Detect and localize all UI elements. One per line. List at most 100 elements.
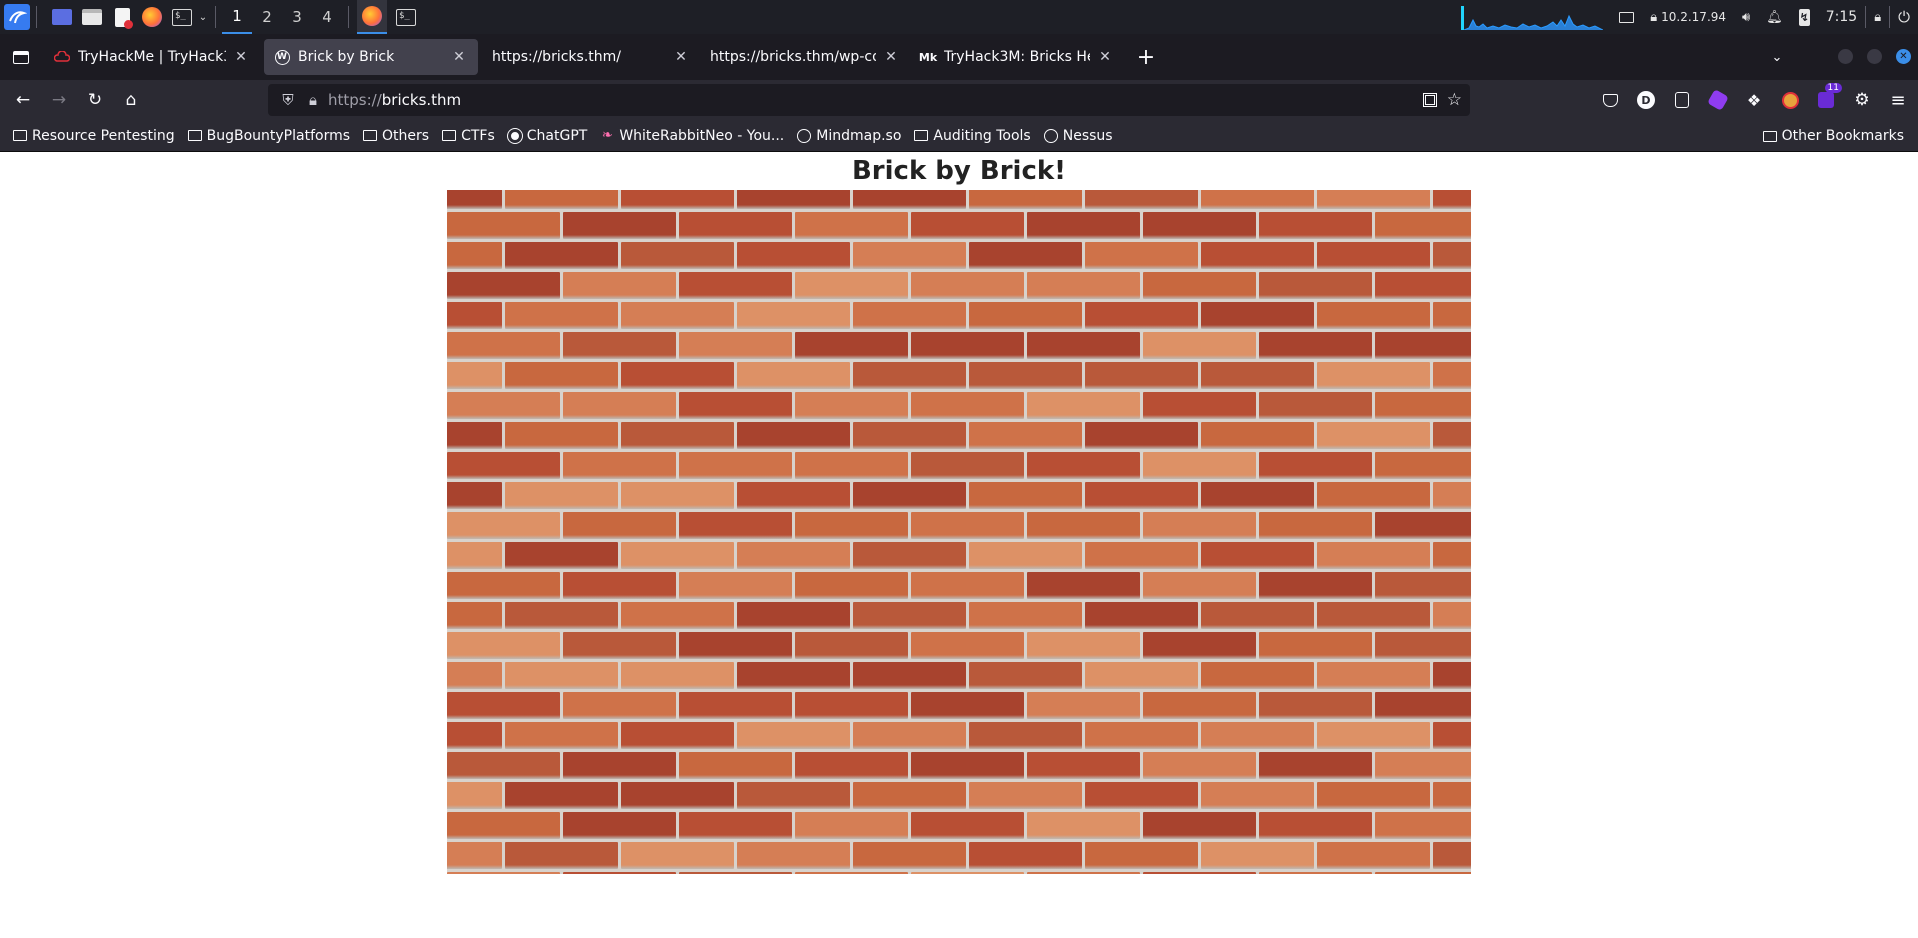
bookmark-ctfs[interactable]: CTFs xyxy=(435,123,501,149)
tab-wp-content[interactable]: https://bricks.thm/wp-content ✕ xyxy=(700,39,910,75)
other-bookmarks[interactable]: Other Bookmarks xyxy=(1756,123,1910,149)
tab-writeup[interactable]: Mk TryHack3M: Bricks Heist Writeup ✕ xyxy=(910,39,1124,75)
bookmark-label: Mindmap.so xyxy=(816,127,902,144)
lock-icon[interactable]: 🔒︎ xyxy=(1866,0,1889,34)
brick xyxy=(505,242,618,269)
firefox-running-icon[interactable] xyxy=(357,0,387,34)
bookmark-chatgpt[interactable]: ChatGPT xyxy=(501,123,594,149)
account-avatar-icon[interactable]: D xyxy=(1634,88,1658,112)
brick xyxy=(679,632,792,659)
list-all-tabs-icon[interactable]: ⌄ xyxy=(1762,42,1792,72)
brick xyxy=(1433,362,1471,389)
brick xyxy=(505,190,618,209)
hexagon-extension-icon[interactable] xyxy=(1706,88,1730,112)
workspace-4[interactable]: 4 xyxy=(312,0,342,34)
brick xyxy=(969,422,1082,449)
extension-puzzle-icon[interactable] xyxy=(1670,88,1694,112)
firefox-icon[interactable] xyxy=(141,6,163,28)
shield-icon[interactable]: ⛨ xyxy=(274,91,302,109)
brick xyxy=(1143,872,1256,874)
terminal-icon[interactable]: $_ xyxy=(171,6,193,28)
brick xyxy=(1085,422,1198,449)
bookmark-resource-pentesting[interactable]: Resource Pentesting xyxy=(6,123,181,149)
brick xyxy=(911,452,1024,479)
new-tab-button[interactable]: + xyxy=(1130,41,1162,73)
home-icon[interactable]: ⌂ xyxy=(116,85,146,115)
file-manager-icon[interactable] xyxy=(81,6,103,28)
brick xyxy=(1259,332,1372,359)
badge-extension-icon[interactable]: 11 xyxy=(1814,83,1842,112)
chevron-down-icon[interactable]: ⌄ xyxy=(197,6,209,28)
close-icon[interactable]: ✕ xyxy=(232,48,250,66)
bell-icon[interactable]: 🔔︎ xyxy=(1758,0,1791,34)
brick xyxy=(1317,422,1430,449)
workspace-3[interactable]: 3 xyxy=(282,0,312,34)
brick xyxy=(737,190,850,209)
tab-bricks-thm[interactable]: https://bricks.thm/ ✕ xyxy=(482,39,700,75)
palette-extension-icon[interactable]: ⚙ xyxy=(1850,88,1874,112)
tab-brick-by-brick[interactable]: W Brick by Brick ✕ xyxy=(264,39,478,75)
close-icon[interactable]: ✕ xyxy=(882,48,900,66)
qr-code-icon[interactable] xyxy=(1422,93,1437,107)
workspace-2[interactable]: 2 xyxy=(252,0,282,34)
brick xyxy=(679,332,792,359)
brick xyxy=(447,692,560,719)
brick xyxy=(679,572,792,599)
padlock-icon[interactable]: 🔒︎ xyxy=(302,91,324,109)
tab-tryhackme[interactable]: TryHackMe | TryHack3M: Bricks Heist ✕ xyxy=(44,39,260,75)
cookie-extension-icon[interactable] xyxy=(1778,88,1802,112)
vpn-lock-icon[interactable]: 🔒︎ xyxy=(1642,0,1661,34)
firefox-view-icon[interactable] xyxy=(6,42,36,72)
url-bar[interactable]: ⛨ 🔒︎ https://bricks.thm ☆ xyxy=(268,84,1470,116)
bookmark-mindmap[interactable]: Mindmap.so xyxy=(790,123,907,149)
bookmark-nessus[interactable]: Nessus xyxy=(1037,123,1119,149)
brick xyxy=(447,332,560,359)
brick xyxy=(969,302,1082,329)
text-editor-icon[interactable] xyxy=(111,6,133,29)
brick xyxy=(1317,302,1430,329)
terminal-running-icon[interactable]: $_ xyxy=(395,6,417,28)
close-icon[interactable]: ✕ xyxy=(450,48,468,66)
hamburger-menu-icon[interactable]: ≡ xyxy=(1886,88,1910,112)
brick xyxy=(737,422,850,449)
bookmark-star-icon[interactable]: ☆ xyxy=(1447,90,1462,110)
brick xyxy=(1027,632,1140,659)
urlbar-actions: ☆ xyxy=(1422,84,1462,116)
screen-icon[interactable] xyxy=(1611,0,1642,34)
minimize-button[interactable] xyxy=(1838,49,1853,64)
clock[interactable]: 7:15 xyxy=(1818,0,1865,34)
tab-title: Brick by Brick xyxy=(298,49,395,65)
bookmark-whiterabbitneo[interactable]: ❧ WhiteRabbitNeo - You... xyxy=(593,123,790,149)
url-text[interactable]: https://bricks.thm xyxy=(328,91,461,109)
pocket-icon[interactable] xyxy=(1598,88,1622,112)
kali-menu-icon[interactable] xyxy=(4,4,30,30)
power-icon[interactable]: ⏻ xyxy=(1890,0,1918,34)
reload-icon[interactable]: ↻ xyxy=(80,85,110,115)
close-window-button[interactable]: ✕ xyxy=(1896,49,1911,64)
brick xyxy=(1201,422,1314,449)
brick xyxy=(1433,242,1471,269)
brick xyxy=(1317,662,1430,689)
bookmark-bugbountyplatforms[interactable]: BugBountyPlatforms xyxy=(181,123,356,149)
bookmark-others[interactable]: Others xyxy=(356,123,435,149)
brick xyxy=(969,842,1082,869)
forward-arrow-icon[interactable]: → xyxy=(44,85,74,115)
close-icon[interactable]: ✕ xyxy=(672,48,690,66)
folder-icon xyxy=(187,128,203,144)
brick xyxy=(1085,782,1198,809)
brick xyxy=(621,242,734,269)
workspace-1[interactable]: 1 xyxy=(222,0,252,34)
desktop-icon[interactable] xyxy=(51,6,73,28)
close-icon[interactable]: ✕ xyxy=(1096,48,1114,66)
bookmark-auditing-tools[interactable]: Auditing Tools xyxy=(907,123,1036,149)
volume-icon[interactable]: 🔊︎ xyxy=(1734,0,1758,34)
maximize-button[interactable] xyxy=(1867,49,1882,64)
back-arrow-icon[interactable]: ← xyxy=(8,85,38,115)
brick xyxy=(447,632,560,659)
extension-badge: 11 xyxy=(1824,83,1842,93)
grid-extension-icon[interactable]: ❖ xyxy=(1742,88,1766,112)
brick xyxy=(1317,782,1430,809)
battery-icon[interactable]: ↯ xyxy=(1791,0,1818,34)
brick xyxy=(795,452,908,479)
medium-icon: Mk xyxy=(918,50,938,64)
